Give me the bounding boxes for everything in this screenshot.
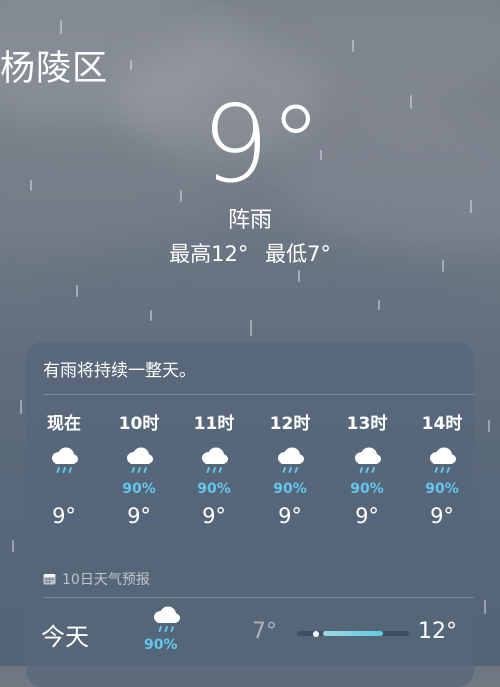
hourly-summary: 有雨将持续一整天。: [43, 361, 196, 381]
daily-forecast-header: 10日天气预报: [43, 569, 150, 589]
divider: [43, 597, 474, 598]
hour-item: 13时 90% 9°: [337, 412, 397, 528]
cloud-rain-icon: [412, 446, 472, 480]
cloud-rain-icon: [337, 446, 397, 480]
precip-chance: 90%: [144, 637, 178, 653]
hour-item: 12时 90% 9°: [260, 412, 320, 528]
precip-chance: 90%: [425, 481, 459, 497]
precip-chance: [34, 480, 94, 498]
high-temperature: 12°: [418, 619, 457, 644]
hour-temperature: 9°: [355, 504, 379, 528]
daily-forecast-title: 10日天气预报: [62, 572, 150, 588]
precip-chance: 90%: [350, 481, 384, 497]
current-temperature-marker: [313, 630, 319, 637]
hour-temperature: 9°: [202, 504, 226, 528]
low-temperature: 最低7°: [265, 242, 331, 266]
cloud-rain-icon: [184, 446, 244, 480]
precip-chance: 90%: [273, 481, 307, 497]
precip-chance: 90%: [197, 481, 231, 497]
cloud-rain-icon: [150, 605, 182, 639]
low-temperature: 7°: [252, 619, 277, 644]
hour-temperature: 9°: [127, 504, 151, 528]
hourly-forecast-card[interactable]: 有雨将持续一整天。 现在 9° 10时 90% 9° 11时 90% 9° 12…: [26, 342, 474, 542]
hour-item: 14时 90% 9°: [412, 412, 472, 528]
daily-forecast-card[interactable]: 10日天气预报 今天 90% 7° 12°: [26, 557, 474, 687]
hour-label: 现在: [47, 414, 81, 434]
hour-temperature: 9°: [52, 504, 76, 528]
high-low: 最高12° 最低7°: [0, 238, 500, 268]
hour-label: 12时: [269, 414, 311, 434]
hour-item: 10时 90% 9°: [109, 412, 169, 528]
hour-label: 13时: [346, 414, 388, 434]
hour-item: 11时 90% 9°: [184, 412, 244, 528]
cloud-rain-icon: [34, 446, 94, 480]
hour-item: 现在 9°: [34, 412, 94, 528]
day-name: 今天: [41, 623, 89, 651]
calendar-icon: [43, 573, 56, 585]
hour-label: 11时: [193, 414, 235, 434]
current-temperature-wrap: 9°: [0, 92, 500, 198]
hour-label: 10时: [118, 414, 160, 434]
hour-temperature: 9°: [278, 504, 302, 528]
hour-temperature: 9°: [430, 504, 454, 528]
temperature-range-fill: [323, 631, 383, 636]
high-temperature: 最高12°: [169, 242, 249, 266]
hour-label: 14时: [421, 414, 463, 434]
divider: [43, 394, 474, 395]
precip-chance: 90%: [122, 481, 156, 497]
day-row-today[interactable]: 今天 90% 7° 12°: [26, 599, 474, 667]
cloud-rain-icon: [260, 446, 320, 480]
current-condition: 阵雨: [227, 208, 272, 233]
cloud-rain-icon: [109, 446, 169, 480]
hourly-list[interactable]: 现在 9° 10时 90% 9° 11时 90% 9° 12时 90% 9° 1…: [26, 412, 474, 532]
temperature-range-bar: [297, 630, 409, 637]
current-temperature: 9°: [201, 83, 323, 206]
